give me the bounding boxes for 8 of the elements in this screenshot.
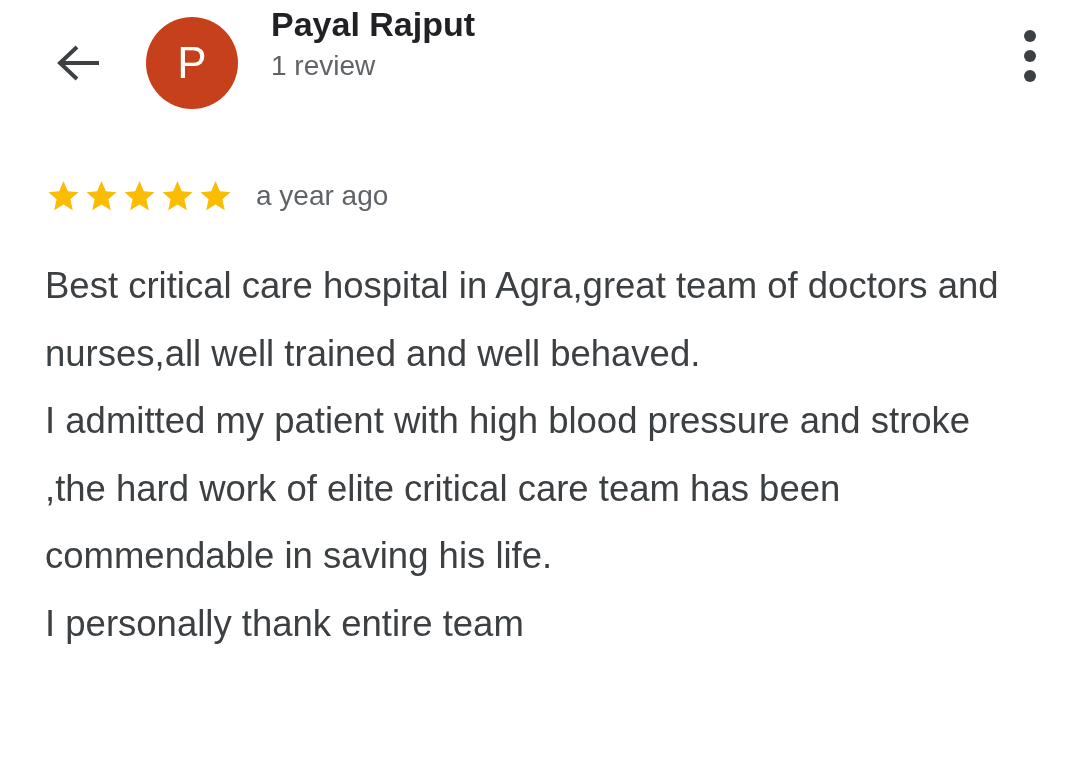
review-text: I personally thank entire team: [45, 601, 525, 646]
review-text: Best critical care hospital in Agra,great team of doctors and nurses,all well trained and well behaved.: [45, 264, 1000, 376]
reviewer-name: Payal Rajput: [271, 4, 477, 44]
avatar: P: [146, 17, 238, 109]
review-time: a year ago: [256, 180, 389, 212]
review-count: 1 review: [271, 49, 377, 82]
review-text: I admitted my patient with high blood pressure and stroke ,the hard work of elite critical care team has been commendable in saving his life.: [45, 399, 972, 578]
back-arrow-icon: [55, 43, 101, 83]
